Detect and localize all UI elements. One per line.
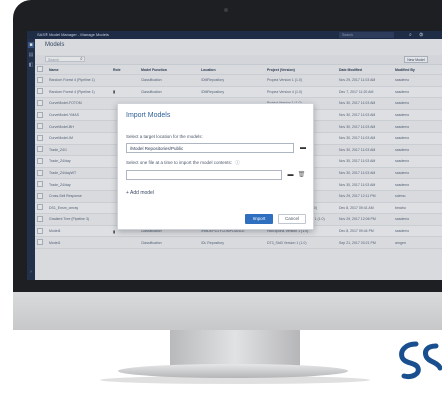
location-field[interactable]: /Model Repositories/Public <box>126 143 294 153</box>
add-model-button[interactable]: + Add model <box>126 190 154 196</box>
sas-logo <box>399 341 442 379</box>
monitor-stand-neck <box>170 330 300 368</box>
file-label: Select one file at a time to import the … <box>126 160 240 166</box>
monitor-chin <box>13 292 442 330</box>
browse-folder-icon[interactable]: ▬ <box>298 143 308 153</box>
info-icon[interactable]: ⓘ <box>235 160 240 166</box>
file-label-text: Select one file at a time to import the … <box>126 160 233 165</box>
app-title: SAS® Model Manager - Manage Models <box>37 32 109 37</box>
cancel-button[interactable]: Cancel <box>278 214 306 224</box>
global-search-input[interactable]: Search <box>339 32 394 38</box>
browse-file-icon[interactable]: ▬ <box>286 170 295 180</box>
dialog-title: Import Models <box>126 112 171 119</box>
import-models-dialog: Import Models Select a target location f… <box>117 103 314 230</box>
app-screen: SAS® Model Manager - Manage Models Searc… <box>27 31 442 280</box>
import-button[interactable]: Import <box>245 214 273 224</box>
file-field[interactable] <box>126 170 282 180</box>
top-bar-icons[interactable]: ⌕ ⚙ <box>409 31 426 39</box>
top-bar: SAS® Model Manager - Manage Models Searc… <box>27 31 442 39</box>
delete-icon[interactable]: 🗑 <box>297 170 306 180</box>
monitor-stand-foot <box>118 364 348 378</box>
location-label: Select a target location for the models: <box>126 134 203 139</box>
camera-dot <box>224 8 228 12</box>
